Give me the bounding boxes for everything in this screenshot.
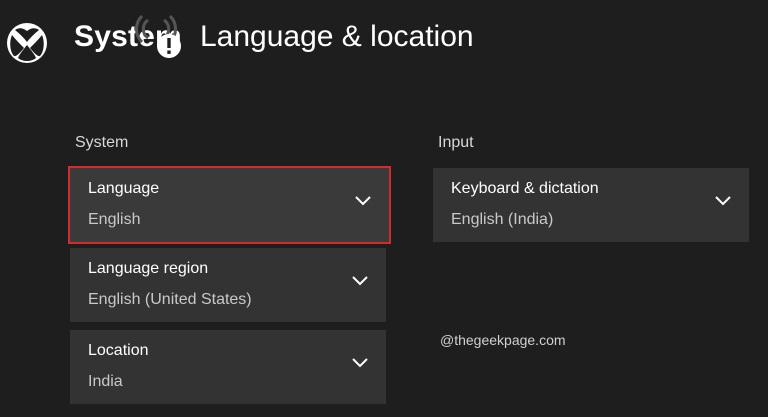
xbox-logo-icon[interactable] [6,22,48,64]
page-title: Language & location [200,20,474,53]
notification-icon [135,14,181,58]
setting-value: English [88,211,141,228]
chevron-down-icon [715,196,731,206]
system-column-heading: System [75,134,129,151]
language-region-dropdown[interactable]: Language region English (United States) [70,248,386,322]
setting-value: India [88,373,123,390]
setting-label: Keyboard & dictation [451,180,599,197]
setting-label: Language [88,180,160,197]
language-dropdown[interactable]: Language English [68,166,391,244]
location-dropdown[interactable]: Location India [70,330,386,404]
setting-label: Location [88,342,149,359]
chevron-down-icon [355,196,371,206]
chevron-down-icon [352,276,368,286]
setting-label: Language region [88,260,209,277]
setting-value: English (United States) [88,291,252,308]
setting-value: English (India) [451,211,554,228]
keyboard-dictation-dropdown[interactable]: Keyboard & dictation English (India) [433,168,749,242]
input-column-heading: Input [438,134,474,151]
watermark: @thegeekpage.com [440,332,566,348]
chevron-down-icon [352,358,368,368]
header: System Language & location [0,0,768,80]
